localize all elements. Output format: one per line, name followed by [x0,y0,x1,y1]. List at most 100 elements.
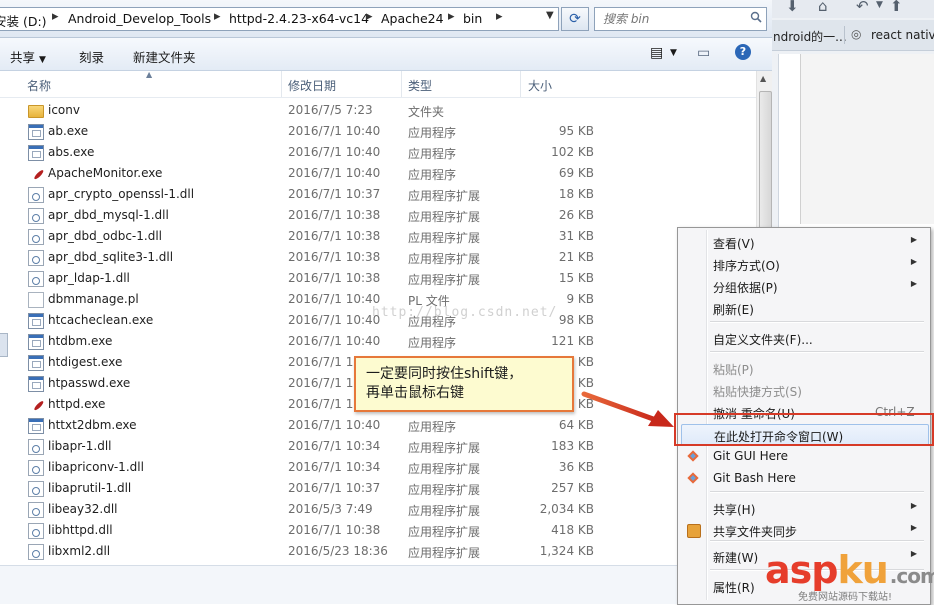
burn-button[interactable]: 刻录 [79,47,104,66]
file-size: 418 KB [551,523,594,537]
column-type[interactable]: 类型 [408,77,432,94]
file-date: 2016/7/1 10:40 [288,313,381,327]
breadcrumb-bin[interactable]: bin [463,11,482,26]
column-date[interactable]: 修改日期 [288,77,336,94]
exe-icon [28,418,44,434]
menu-item-label: 属性(R) [713,581,755,595]
breadcrumb-separator-icon[interactable]: ▸ [366,9,373,24]
breadcrumb-httpd[interactable]: httpd-2.4.23-x64-vc14 [229,11,369,26]
menu-item[interactable]: 粘贴(P) [681,358,927,378]
breadcrumb[interactable]: 安装 (D:) ▸ Android_Develop_Tools ▸ httpd-… [0,7,559,31]
aspku-logo: aspku .com [765,548,934,592]
exe-icon [28,124,44,140]
browser-tab-react-native[interactable]: react native [871,28,934,42]
download-icon[interactable]: ⬇ [786,0,799,15]
file-row[interactable]: htdbm.exe 2016/7/1 10:40 应用程序 121 KB [0,331,756,352]
menu-item[interactable]: 粘贴快捷方式(S) [681,380,927,400]
column-divider[interactable] [401,71,402,97]
file-row[interactable]: apr_dbd_sqlite3-1.dll 2016/7/1 10:38 应用程序扩… [0,247,756,268]
breadcrumb-separator-icon[interactable]: ▸ [52,9,59,24]
column-divider[interactable] [281,71,282,97]
search-input[interactable] [601,10,750,28]
file-type: 应用程序扩展 [408,189,481,203]
menu-item[interactable]: 刷新(E) [681,298,927,318]
search-icon[interactable] [750,11,762,23]
column-divider[interactable] [520,71,521,97]
menu-item[interactable]: 共享(H) ▶ [681,498,927,518]
file-type: 应用程序扩展 [408,525,481,539]
file-type: 应用程序 [408,126,457,140]
callout-line-1: 一定要同时按住shift键， [366,366,523,382]
file-date: 2016/7/1 10:37 [288,481,381,495]
file-type: 应用程序扩展 [408,462,481,476]
git-gui-icon [687,450,699,462]
breadcrumb-separator-icon[interactable]: ▸ [214,9,221,24]
file-name: httpd.exe [48,397,106,411]
home-icon[interactable]: ⌂ [818,0,828,15]
menu-item[interactable]: Git GUI Here [681,446,927,466]
breadcrumb-apache24[interactable]: Apache24 [381,11,444,26]
address-dropdown-icon[interactable]: ▼ [546,10,554,21]
menu-item[interactable]: 查看(V) ▶ [681,232,927,252]
menu-item[interactable]: 共享文件夹同步 ▶ [681,520,927,540]
browser-tab-strip: ndroid的一... ◎ react native [772,20,934,51]
chevron-down-icon: ▼ [39,55,46,65]
menu-icon[interactable]: ⬆ [890,0,903,15]
file-name: libeay32.dll [48,502,118,516]
file-row[interactable]: libxml2.dll 2016/5/23 18:36 应用程序扩展 1,324 KB [0,541,756,562]
git-bash-icon [687,472,699,484]
file-row[interactable]: apr_ldap-1.dll 2016/7/1 10:38 应用程序扩展 15 KB [0,268,756,289]
file-name: ab.exe [48,124,89,138]
menu-item[interactable]: 排序方式(O) ▶ [681,254,927,274]
file-size: 69 KB [558,166,594,180]
logo-part-com: .com [889,564,934,588]
file-row[interactable]: ApacheMonitor.exe 2016/7/1 10:40 应用程序 69 KB [0,163,756,184]
nav-pane-handle[interactable] [0,333,8,357]
file-row[interactable]: libapriconv-1.dll 2016/7/1 10:34 应用程序扩展 36 … [0,457,756,478]
menu-item[interactable]: 分组依据(P) ▶ [681,276,927,296]
menu-item[interactable]: Git Bash Here [681,468,927,488]
file-row[interactable]: libhttpd.dll 2016/7/1 10:38 应用程序扩展 418 KB [0,520,756,541]
file-size: 1,324 KB [539,544,594,558]
help-icon[interactable]: ? [735,44,751,60]
share-sync-icon [687,524,701,538]
file-type: 文件夹 [408,105,445,119]
breadcrumb-separator-icon[interactable]: ▸ [448,9,455,24]
file-row[interactable]: apr_dbd_odbc-1.dll 2016/7/1 10:38 应用程序扩展 31… [0,226,756,247]
file-row[interactable]: ab.exe 2016/7/1 10:40 应用程序 95 KB [0,121,756,142]
file-size: 21 KB [558,250,594,264]
refresh-button[interactable]: ⟳ [561,7,589,31]
view-options-icon[interactable]: ▤ [650,45,663,61]
dll-icon [28,502,44,518]
file-row[interactable]: abs.exe 2016/7/1 10:40 应用程序 102 KB [0,142,756,163]
scroll-up-icon[interactable]: ▲ [760,74,766,83]
file-row[interactable]: libaprutil-1.dll 2016/7/1 10:37 应用程序扩展 257 … [0,478,756,499]
share-button[interactable]: 共享 ▼ [10,47,46,66]
search-box[interactable] [594,7,767,31]
file-row[interactable]: libeay32.dll 2016/5/3 7:49 应用程序扩展 2,034 KB [0,499,756,520]
file-row[interactable]: apr_crypto_openssl-1.dll 2016/7/1 10:37 应用… [0,184,756,205]
new-folder-button[interactable]: 新建文件夹 [133,47,196,66]
file-type: 应用程序扩展 [408,210,481,224]
preview-pane-icon[interactable]: ▭ [697,45,710,61]
breadcrumb-drive[interactable]: 安装 (D:) [0,11,47,30]
menu-item[interactable]: 自定义文件夹(F)... [681,328,927,348]
chevron-down-icon[interactable]: ▼ [876,0,883,10]
file-row[interactable]: apr_dbd_mysql-1.dll 2016/7/1 10:38 应用程序扩展 2… [0,205,756,226]
browser-toolbar: ⬇ ⌂ ↶ ▼ ⬆ [772,0,934,18]
menu-item-label: 刷新(E) [713,303,754,317]
undo-icon[interactable]: ↶ [856,0,869,15]
column-name[interactable]: 名称 [27,77,51,94]
browser-tab-android[interactable]: ndroid的一... [773,28,847,45]
column-size[interactable]: 大小 [528,77,552,94]
menu-item-label: Git GUI Here [713,449,789,463]
menu-item-label: 新建(W) [713,551,759,565]
file-type: 应用程序 [408,420,457,434]
file-name: httxt2dbm.exe [48,418,137,432]
submenu-arrow-icon: ▶ [910,235,917,244]
file-row[interactable]: iconv 2016/7/5 7:23 文件夹 [0,100,756,121]
breadcrumb-android-tools[interactable]: Android_Develop_Tools [68,11,211,26]
breadcrumb-separator-icon[interactable]: ▸ [496,9,503,24]
chevron-down-icon[interactable]: ▼ [670,48,677,58]
file-icon [28,292,44,308]
